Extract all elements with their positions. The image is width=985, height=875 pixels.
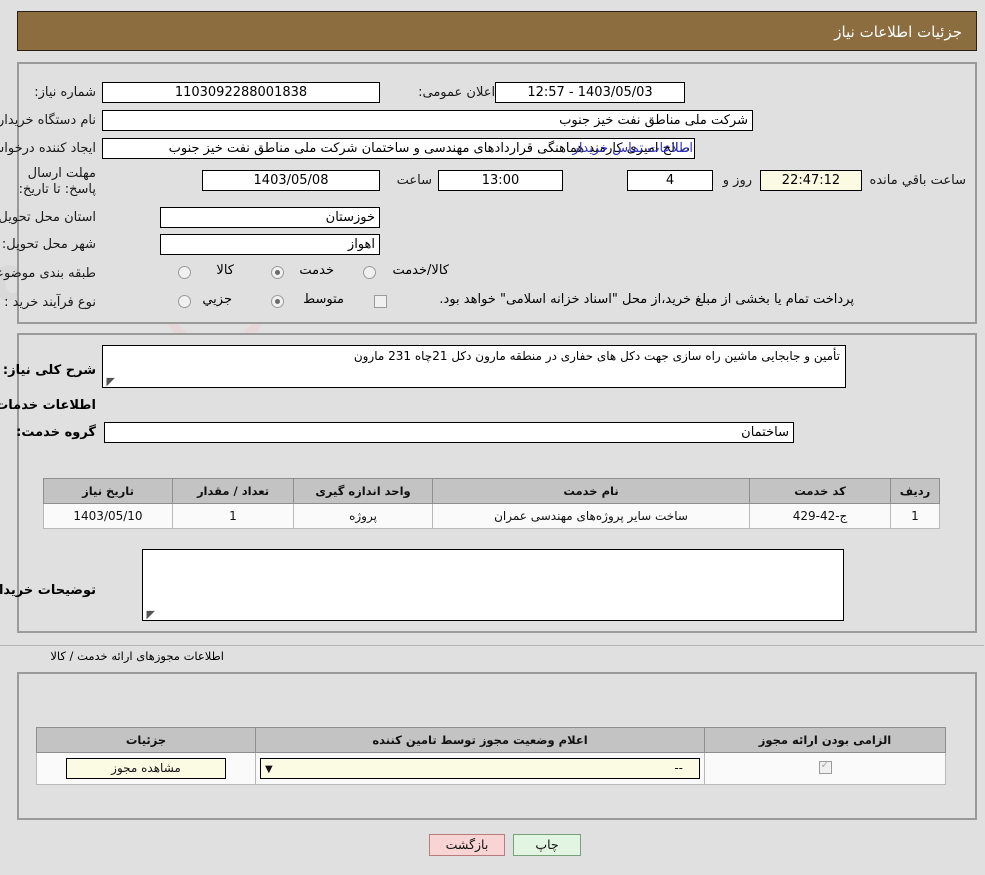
cell-qty: 1 [173,503,295,529]
cell-code: ج-42-429 [750,503,892,529]
deadline-date-field[interactable]: 1403/05/08 [203,170,381,191]
need-desc-label: شرح کلی نیاز: [3,363,97,378]
treasury-bond-checkbox[interactable] [375,295,388,308]
permits-table-header-row: الزامی بودن ارائه مجوز اعلام وضعیت مجوز … [37,727,947,753]
province-label: استان محل تحویل: [0,210,97,225]
permit-required-checkbox: ✓ [819,757,833,774]
cell-permit-required: ✓ [705,752,947,785]
check-icon: ✓ [821,757,831,771]
services-table-header-row: ردیف کد خدمت نام خدمت واحد اندازه گیری ت… [44,478,941,504]
requester-label: ایجاد کننده درخواست: [0,141,97,156]
remaining-time-label: ساعت باقي مانده [870,173,967,188]
back-button[interactable]: بازگشت [430,834,506,856]
purchase-type-radio-jozi[interactable] [179,295,192,308]
page-header-bar: جزئیات اطلاعات نیاز [18,11,978,51]
col-code: کد خدمت [750,478,892,504]
purchase-type-radio-motavaset[interactable] [272,295,285,308]
permits-section-title: اطلاعات مجوزهای ارائه خدمت / کالا [51,649,225,663]
city-field[interactable]: اهواز [161,234,381,255]
print-button[interactable]: چاپ [514,834,582,856]
remaining-days-label: روز و [723,173,753,188]
services-table: ردیف کد خدمت نام خدمت واحد اندازه گیری ت… [44,478,941,529]
category-radio-khedmat[interactable] [272,266,285,279]
buyer-org-field[interactable]: شرکت ملی مناطق نفت خیز جنوب [103,110,754,131]
col-date: تاریخ نیاز [44,478,174,504]
buyer-notes-textarea[interactable]: ◤ [143,549,845,621]
permit-status-select[interactable]: ▼ -- [261,758,701,779]
deadline-label: مهلت ارسال پاسخ: تا تاریخ: [19,166,97,197]
province-field[interactable]: خوزستان [161,207,381,228]
cell-permit-status: ▼ -- [256,752,706,785]
category-radio-kala[interactable] [179,266,192,279]
category-label: طبقه بندی موضوعی: [0,266,97,281]
purchase-type-label-jozi: جزیي [203,292,233,307]
category-label-khedmat: خدمت [300,263,335,278]
service-group-label: گروه خدمت: [17,425,97,440]
cell-date: 1403/05/10 [44,503,174,529]
buyer-notes-label: توضیحات خریدار: [0,583,97,598]
table-row: ✓ ▼ -- مشاهده مجوز [37,752,947,785]
city-label: شهر محل تحویل: [2,237,97,252]
need-number-field[interactable]: 1103092288001838 [103,82,381,103]
buyer-org-label: نام دستگاه خریدار: [0,113,97,128]
col-permit-detail: جزئیات [37,727,257,753]
category-label-kala: کالا [217,263,235,278]
col-permit-required: الزامی بودن ارائه مجوز [705,727,947,753]
col-qty: تعداد / مقدار [173,478,295,504]
services-section-title: اطلاعات خدمات مورد نیاز [0,398,97,413]
col-name: نام خدمت [433,478,751,504]
view-permit-button[interactable]: مشاهده مجوز [67,758,227,779]
need-desc-text: تأمین و جابجایی ماشین راه سازی جهت دکل ه… [354,349,841,363]
resize-grip-icon[interactable]: ◤ [146,609,156,620]
cell-unit: پروژه [294,503,434,529]
permits-table: الزامی بودن ارائه مجوز اعلام وضعیت مجوز … [37,727,947,785]
need-number-label: شماره نیاز: [35,85,97,100]
deadline-hour-label: ساعت [397,173,433,188]
cell-permit-detail: مشاهده مجوز [37,752,257,785]
treasury-bond-note: پرداخت تمام یا بخشی از مبلغ خرید،از محل … [440,292,855,307]
purchase-type-label: نوع فرآیند خرید : [5,295,97,310]
cell-name: ساخت سایر پروژه‌های مهندسی عمران [433,503,751,529]
table-row: 1 ج-42-429 ساخت سایر پروژه‌های مهندسی عم… [44,503,941,529]
cell-radif: 1 [891,503,941,529]
service-group-field[interactable]: ساختمان [105,422,795,443]
remaining-time-field: 22:47:12 [761,170,863,191]
category-radio-kala-khedmat[interactable] [364,266,377,279]
resize-grip-icon[interactable]: ◤ [106,376,116,387]
col-permit-status: اعلام وضعیت مجوز توسط تامین کننده [256,727,706,753]
col-unit: واحد اندازه گیری [294,478,434,504]
chevron-down-icon: ▼ [266,764,274,775]
page-title: جزئیات اطلاعات نیاز [835,23,963,41]
public-announce-field[interactable]: 1403/05/03 - 12:57 [496,82,686,103]
remaining-days-field[interactable]: 4 [628,170,714,191]
deadline-hour-field[interactable]: 13:00 [439,170,564,191]
buyer-contact-link[interactable]: اطلاعات تماس خریدار [574,141,694,156]
purchase-type-label-motavaset: متوسط [304,292,345,307]
category-label-kala-khedmat: کالا/خدمت [393,263,450,278]
need-desc-textarea[interactable]: تأمین و جابجایی ماشین راه سازی جهت دکل ه… [103,345,847,388]
col-radif: ردیف [891,478,941,504]
permit-status-value: -- [675,761,684,775]
